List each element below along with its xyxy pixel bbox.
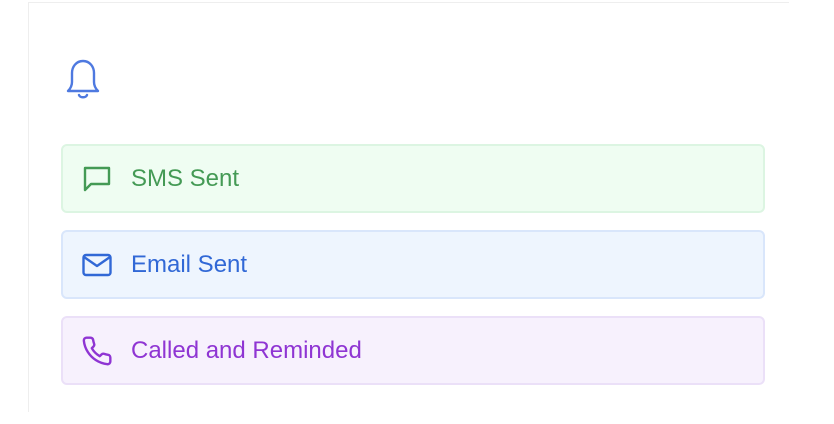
reminder-status-list: SMS Sent Email Sent Called and Reminded — [61, 144, 765, 385]
bell-icon — [63, 57, 103, 101]
reminder-label: SMS Sent — [131, 164, 240, 192]
reminder-label: Called and Reminded — [131, 336, 362, 364]
phone-icon — [81, 335, 113, 367]
reminder-item-email: Email Sent — [61, 230, 765, 299]
message-square-icon — [81, 163, 113, 195]
mail-icon — [81, 249, 113, 281]
reminders-card: SMS Sent Email Sent Called and Reminded — [28, 2, 789, 412]
reminder-label: Email Sent — [131, 250, 248, 278]
reminder-item-call: Called and Reminded — [61, 316, 765, 385]
reminder-item-sms: SMS Sent — [61, 144, 765, 213]
